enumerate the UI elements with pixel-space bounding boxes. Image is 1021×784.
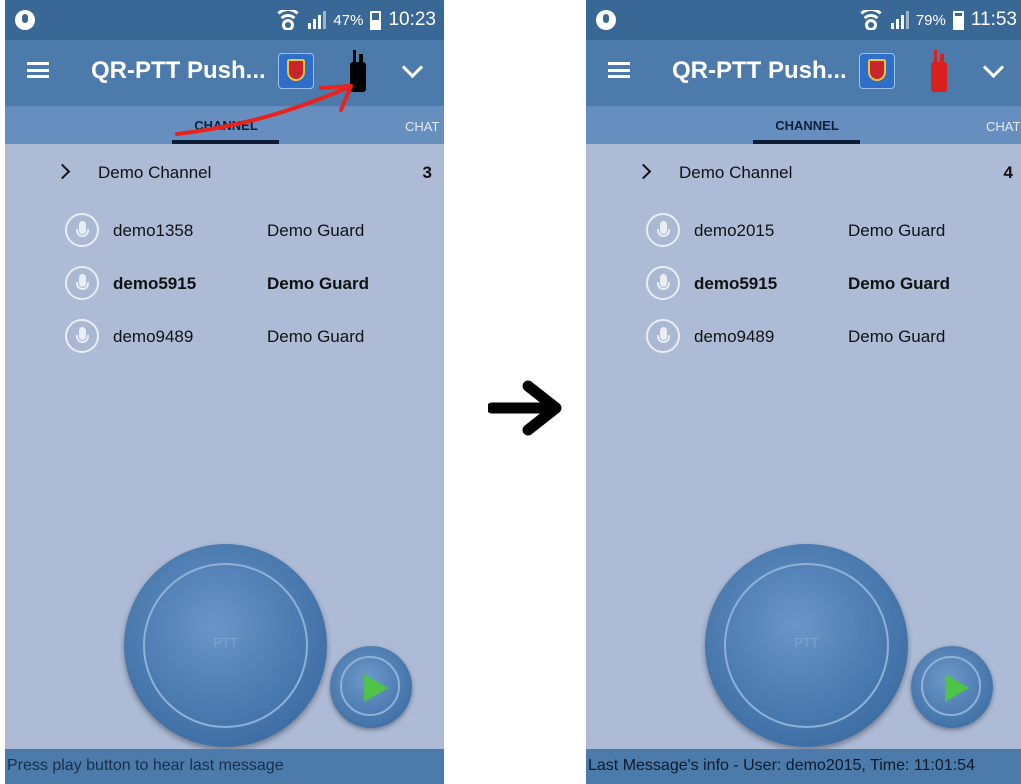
tab-indicator [753,140,860,144]
app-toolbar: QR-PTT Push... [586,40,1021,106]
microphone-icon [646,266,680,300]
annotation-arrow [175,84,353,136]
member-role: Demo Guard [267,274,370,293]
footer-message: Press play button to hear last message [7,757,284,774]
list-item[interactable]: demo5915 Demo Guard [586,264,1021,304]
chevron-down-icon[interactable] [401,56,424,79]
screenshot-after: 79% 11:53 QR-PTT Push... CHANNEL CHAT De… [586,0,1021,784]
ptt-notification-icon [596,10,616,30]
list-item[interactable]: demo1358 Demo Guard [5,211,444,251]
ptt-notification-icon [15,10,35,30]
menu-icon[interactable] [608,62,630,78]
app-title: QR-PTT Push... [672,57,847,84]
microphone-icon [65,213,99,247]
footer-message: Last Message's info - User: demo2015, Ti… [588,757,975,774]
screenshot-before: 47% 10:23 QR-PTT Push... CHANNEL CHAT De… [5,0,444,784]
chevron-right-icon [635,163,652,180]
chevron-right-icon [54,163,71,180]
play-button[interactable] [911,646,993,728]
chevron-down-icon[interactable] [982,56,1005,79]
play-ring [340,656,400,716]
status-footer: Press play button to hear last message [5,749,444,784]
play-ring [921,656,981,716]
tab-indicator [172,140,279,144]
battery-percent: 79% [915,11,946,29]
microphone-icon [65,319,99,353]
microphone-icon [646,319,680,353]
member-name: demo1358 [113,221,194,240]
list-item[interactable]: demo5915 Demo Guard [5,264,444,304]
list-item[interactable]: demo9489 Demo Guard [5,317,444,357]
qr-shield-icon[interactable] [859,53,895,89]
member-name: demo9489 [694,327,775,346]
status-bar: 47% 10:23 [5,0,444,40]
channel-member-count: 3 [422,163,432,182]
member-role: Demo Guard [848,274,951,293]
member-name: demo5915 [113,274,197,293]
play-icon [945,674,969,702]
member-role: Demo Guard [267,221,365,240]
channel-row[interactable]: Demo Channel 3 [5,152,444,192]
member-name: demo9489 [113,327,194,346]
microphone-icon [646,213,680,247]
tab-bar: CHANNEL CHAT [586,106,1021,144]
walkie-talkie-icon[interactable] [929,50,949,94]
list-item[interactable]: demo9489 Demo Guard [586,317,1021,357]
member-name: demo2015 [694,221,775,240]
battery-icon [370,10,382,30]
status-footer: Last Message's info - User: demo2015, Ti… [586,749,1021,784]
battery-icon [952,10,964,30]
tab-chat[interactable]: CHAT [405,119,439,134]
ptt-label: PTT [213,635,238,650]
signal-icon [308,11,327,29]
battery-percent: 47% [333,11,364,29]
play-button[interactable] [330,646,412,728]
channel-name: Demo Channel [679,163,793,182]
microphone-icon [65,266,99,300]
tab-chat[interactable]: CHAT [986,119,1020,134]
signal-icon [890,11,909,29]
wifi-icon [275,10,302,30]
ptt-label: PTT [794,635,819,650]
wifi-icon [857,10,884,30]
channel-name: Demo Channel [98,163,212,182]
tab-channel[interactable]: CHANNEL [757,118,857,133]
list-item[interactable]: demo2015 Demo Guard [586,211,1021,251]
member-role: Demo Guard [848,221,946,240]
clock: 11:53 [970,9,1017,30]
menu-icon[interactable] [27,62,49,78]
transition-arrow-icon [488,380,562,436]
clock: 10:23 [388,9,436,30]
ptt-button[interactable]: PTT [705,544,908,747]
play-icon [364,674,388,702]
status-bar: 79% 11:53 [586,0,1021,40]
member-role: Demo Guard [848,327,946,346]
member-name: demo5915 [694,274,778,293]
member-role: Demo Guard [267,327,365,346]
ptt-button[interactable]: PTT [124,544,327,747]
channel-row[interactable]: Demo Channel 4 [586,152,1021,192]
channel-member-count: 4 [1003,163,1013,182]
